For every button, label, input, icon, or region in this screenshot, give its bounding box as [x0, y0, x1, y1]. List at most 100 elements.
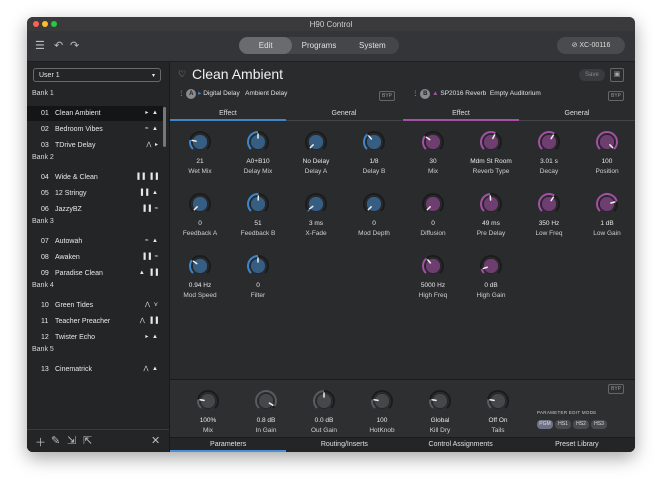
- export-icon[interactable]: ⇱: [83, 434, 92, 447]
- knob-decay[interactable]: 3.01 s Decay: [519, 129, 579, 175]
- slot-a-bypass[interactable]: BYP: [379, 91, 396, 101]
- device-button[interactable]: ⊘ XC-00116: [557, 37, 625, 54]
- slot-a-tab-general[interactable]: General: [286, 108, 402, 120]
- preset-item[interactable]: 12 Twister Echo ▸ ▲: [27, 330, 163, 345]
- knob-value: 21: [196, 158, 204, 165]
- global-bypass[interactable]: BYP: [608, 384, 625, 394]
- knob-low-gain[interactable]: 1 dB Low Gain: [577, 191, 635, 237]
- knob-mod-depth[interactable]: 0 Mod Depth: [344, 191, 404, 237]
- knob-mix[interactable]: 30 Mix: [403, 129, 463, 175]
- footer-tab-routing[interactable]: Routing/Inserts: [286, 438, 402, 452]
- undo-icon[interactable]: ↶: [54, 39, 63, 52]
- knob-mix[interactable]: 100% Mix: [178, 388, 238, 434]
- preset-item[interactable]: 10 Green Tides ⋀ ⋎: [27, 298, 163, 313]
- footer-tab-control[interactable]: Control Assignments: [403, 438, 519, 452]
- effect-icons: ⋀ ⋎: [145, 302, 159, 308]
- preset-item[interactable]: 11 Teacher Preacher ⋀ ▐▐: [27, 314, 163, 329]
- knob-high-freq[interactable]: 5000 Hz High Freq: [403, 253, 463, 299]
- slot-b-preset[interactable]: Empty Auditorium: [490, 90, 541, 97]
- knob-value: 5000 Hz: [420, 282, 446, 289]
- parameter-edit-mode: PGM HS1 HS2 HS3: [537, 420, 607, 429]
- tab-edit[interactable]: Edit: [239, 37, 293, 54]
- knob-high-gain[interactable]: 0 dB High Gain: [461, 253, 521, 299]
- knob-label: Filter: [250, 292, 266, 299]
- preset-name: Teacher Preacher: [55, 318, 111, 325]
- slot-a-preset[interactable]: Ambient Delay: [245, 90, 287, 97]
- delete-icon[interactable]: ✕: [151, 434, 160, 447]
- preset-item[interactable]: 09 Paradise Clean ▲ ▐▐: [27, 266, 163, 281]
- knob-value: 30: [429, 158, 437, 165]
- knob-delay-mix[interactable]: A0+B10 Delay Mix: [228, 129, 288, 175]
- effect-icons: ▸ ▲: [145, 334, 159, 340]
- preset-item[interactable]: 06 JazzyBZ ▐▐ ≈: [27, 202, 163, 217]
- knob-tails[interactable]: Off On Tails: [468, 388, 528, 434]
- menu-icon[interactable]: ☰: [35, 39, 45, 52]
- knob-value: 0.94 Hz: [188, 282, 212, 289]
- preset-item[interactable]: 05 12 Stringy ▐▐ ▲: [27, 186, 163, 201]
- knob-delay-b[interactable]: 1/8 Delay B: [344, 129, 404, 175]
- footer-tab-library[interactable]: Preset Library: [519, 438, 635, 452]
- redo-icon[interactable]: ↷: [70, 39, 79, 52]
- slot-a-algorithm[interactable]: Digital Delay: [203, 90, 240, 97]
- slot-b-bypass[interactable]: BYP: [608, 91, 625, 101]
- slot-a-header[interactable]: ⋮ A ▸ Digital Delay Ambient Delay: [178, 89, 287, 101]
- rename-icon[interactable]: ✎: [51, 434, 60, 447]
- save-as-icon[interactable]: ▣: [610, 68, 624, 82]
- knob-value: 1/8: [369, 158, 379, 165]
- preset-item[interactable]: 08 Awaken ▐▐ ≈: [27, 250, 163, 265]
- knob-feedback-b[interactable]: 51 Feedback B: [228, 191, 288, 237]
- slot-a-menu-icon[interactable]: ⋮: [178, 90, 185, 97]
- knob-in-gain[interactable]: 0.8 dB In Gain: [236, 388, 296, 434]
- pem-hs1[interactable]: HS1: [555, 420, 571, 429]
- knob-value: 0: [431, 220, 435, 227]
- knob-hotknob[interactable]: 100 HotKnob: [352, 388, 412, 434]
- knob-x-fade[interactable]: 3 ms X-Fade: [286, 191, 346, 237]
- preset-name: 12 Stringy: [55, 190, 87, 197]
- save-button[interactable]: Save: [579, 69, 605, 81]
- slot-b-header[interactable]: ⋮ B ▲ SP2016 Reverb Empty Auditorium: [412, 89, 541, 101]
- pem-pgm[interactable]: PGM: [537, 420, 553, 429]
- preset-item[interactable]: 01 Clean Ambient ▸ ▲: [27, 106, 163, 121]
- tab-system[interactable]: System: [346, 37, 399, 54]
- zoom-window-button[interactable]: [51, 21, 57, 27]
- knob-label: Delay A: [304, 168, 328, 175]
- favorite-icon[interactable]: ♡: [178, 69, 186, 80]
- knob-delay-a[interactable]: No Delay Delay A: [286, 129, 346, 175]
- close-window-button[interactable]: [33, 21, 39, 27]
- add-icon[interactable]: ＋: [35, 434, 46, 450]
- pem-hs2[interactable]: HS2: [573, 420, 589, 429]
- knob-position[interactable]: 100 Position: [577, 129, 635, 175]
- knob-kill-dry[interactable]: Global Kill Dry: [410, 388, 470, 434]
- slot-b-tab-general[interactable]: General: [519, 108, 635, 120]
- device-id: XC-00116: [579, 42, 611, 49]
- knob-diffusion[interactable]: 0 Diffusion: [403, 191, 463, 237]
- preset-item[interactable]: 04 Wide & Clean ▐▐ ▐▐: [27, 170, 163, 185]
- knob-reverb-type[interactable]: Mdm St Room Reverb Type: [461, 129, 521, 175]
- knob-wet-mix[interactable]: 21 Wet Mix: [170, 129, 230, 175]
- bank-select[interactable]: User 1 ▾: [33, 68, 161, 82]
- knob-value: 3.01 s: [540, 158, 558, 165]
- preset-item[interactable]: 13 Cinematrick ⋀ ▲: [27, 362, 163, 377]
- knob-pre-delay[interactable]: 49 ms Pre Delay: [461, 191, 521, 237]
- pem-hs3[interactable]: HS3: [591, 420, 607, 429]
- preset-item[interactable]: 03 TDrive Delay ⋀ ▸: [27, 138, 163, 153]
- preset-item[interactable]: 07 Autowah ≈ ▲: [27, 234, 163, 249]
- footer-tab-parameters[interactable]: Parameters: [170, 438, 287, 452]
- sidebar: User 1 ▾ Bank 1 01 Clean Ambient ▸ ▲ 02 Bedro…: [27, 62, 170, 452]
- knob-feedback-a[interactable]: 0 Feedback A: [170, 191, 230, 237]
- knob-out-gain[interactable]: 0.0 dB Out Gain: [294, 388, 354, 434]
- knob-low-freq[interactable]: 350 Hz Low Freq: [519, 191, 579, 237]
- knob-value: 0: [372, 220, 376, 227]
- minimize-window-button[interactable]: [42, 21, 48, 27]
- preset-name: JazzyBZ: [55, 206, 82, 213]
- knob-mod-speed[interactable]: 0.94 Hz Mod Speed: [170, 253, 230, 299]
- tab-programs[interactable]: Programs: [292, 37, 345, 54]
- knob-value: 100: [376, 417, 388, 424]
- slot-b-menu-icon[interactable]: ⋮: [412, 90, 419, 97]
- preset-item[interactable]: 02 Bedroom Vibes ≈ ▲: [27, 122, 163, 137]
- slot-b-algorithm[interactable]: SP2016 Reverb: [440, 90, 486, 97]
- import-icon[interactable]: ⇲: [67, 434, 76, 447]
- preset-number: 01: [41, 110, 49, 117]
- knob-filter[interactable]: 0 Filter: [228, 253, 288, 299]
- sidebar-scrollbar[interactable]: [163, 107, 166, 147]
